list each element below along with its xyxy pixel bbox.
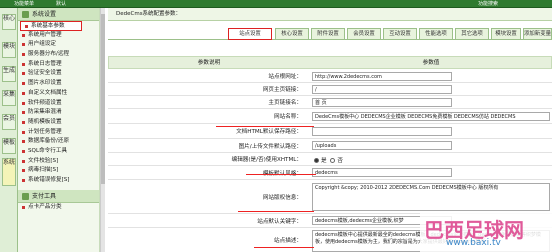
- menu-item[interactable]: 自定义文档属性: [18, 89, 99, 99]
- menu-label[interactable]: 功能菜单: [14, 0, 34, 8]
- default-label[interactable]: 默认: [56, 0, 66, 8]
- table-row: 站点根网址： http://www.2dedecms.com: [108, 70, 552, 83]
- tab-attachment-settings[interactable]: 附件设置: [311, 28, 345, 40]
- template-style-field[interactable]: dedecms: [312, 168, 452, 177]
- menu-item[interactable]: 随机模板设置: [18, 118, 99, 128]
- tab-module[interactable]: 模块: [2, 42, 16, 58]
- tab-member[interactable]: 会员: [2, 114, 16, 130]
- menu-item[interactable]: 系统用户管理: [18, 31, 99, 41]
- menu-item[interactable]: SQL命令行工具: [18, 147, 99, 157]
- table-row: 编辑器(是/否)使用XHTML： 是 否: [108, 153, 552, 166]
- xhtml-radio-group: 是 否: [312, 156, 343, 164]
- tab-add-variable[interactable]: 添加新变量: [523, 28, 552, 40]
- annotation-line: [254, 247, 314, 248]
- menu-item[interactable]: 软件频道设置: [18, 99, 99, 109]
- menu-item[interactable]: 病毒扫描[S]: [18, 166, 99, 176]
- table-row: 文档HTML默认保存路径：: [108, 124, 552, 139]
- tab-core-settings[interactable]: 核心设置: [275, 28, 309, 40]
- page-title: DedeCms系统配置参数：: [108, 8, 552, 21]
- tab-site-settings[interactable]: 站点设置: [228, 28, 272, 40]
- radio-yes[interactable]: [314, 158, 319, 163]
- tab-core[interactable]: 核心: [2, 14, 16, 30]
- tab-template[interactable]: 模板: [2, 138, 16, 154]
- top-bar: 功能菜单 默认 功能搜索: [0, 0, 552, 8]
- tab-collect[interactable]: 采集: [2, 90, 16, 106]
- menu-item[interactable]: 防采集串混淆: [18, 108, 99, 118]
- settings-tabs: 站点设置 核心设置 附件设置 会员设置 互动设置 性能选项 其它选项 模块设置 …: [108, 28, 552, 40]
- site-name-field[interactable]: DedeCms模板中心 DEDECMS企业模板 DEDECMS免费模板 DEDE…: [312, 112, 550, 121]
- tab-interaction-settings[interactable]: 互动设置: [383, 28, 417, 40]
- menu-item[interactable]: 系统错误修复[S]: [18, 176, 99, 186]
- home-link-field[interactable]: /: [312, 85, 452, 94]
- table-row: 模板默认风格： dedecms: [108, 166, 552, 180]
- tab-member-settings[interactable]: 会员设置: [347, 28, 381, 40]
- annotation-line: [238, 211, 314, 212]
- tab-system[interactable]: 系统: [2, 158, 16, 186]
- annotation-line: [216, 126, 314, 127]
- watermark-logo: 巴西足球网 www.baxi.tv: [420, 212, 552, 252]
- menu-header-payment[interactable]: 支付工具: [18, 189, 99, 203]
- table-row: 网站版权信息： Copyright &copy; 2010-2012 2DEDE…: [108, 180, 552, 214]
- folder-icon: [22, 192, 29, 200]
- home-name-field[interactable]: 首 页: [312, 98, 452, 107]
- menu-item[interactable]: 计划任务管理: [18, 128, 99, 138]
- copyright-textarea[interactable]: Copyright &copy; 2010-2012 2DEDECMS.Com …: [312, 183, 550, 211]
- tab-generate[interactable]: 生成: [2, 66, 16, 82]
- folder-icon: [22, 11, 29, 18]
- table-row: 图片/上传文件默认路径： /uploads: [108, 139, 552, 153]
- table-row: 网页主页链接： /: [108, 83, 552, 96]
- column-header: 参数值: [422, 60, 440, 66]
- tab-performance[interactable]: 性能选项: [419, 28, 453, 40]
- column-header: 参数说明: [197, 60, 221, 66]
- function-search-label[interactable]: 功能搜索: [478, 0, 498, 8]
- left-category-tabs: 核心 模块 生成 采集 会员 模板 系统: [0, 8, 18, 252]
- table-header: 参数说明 参数值: [108, 56, 552, 69]
- tab-other[interactable]: 其它选项: [455, 28, 489, 40]
- side-menu: 系统设置 系统基本参数 系统用户管理 用户组设定 服务器分布/远程 系统日志管理…: [18, 8, 100, 252]
- menu-item[interactable]: 数据库备份/还原: [18, 137, 99, 147]
- menu-item[interactable]: 用户组设定: [18, 40, 99, 50]
- menu-item[interactable]: 系统日志管理: [18, 60, 99, 70]
- menu-item-basic-params[interactable]: 系统基本参数: [20, 21, 82, 31]
- menu-scrollbar[interactable]: [100, 8, 105, 252]
- scrollbar-thumb[interactable]: [101, 14, 105, 184]
- tab-module-settings[interactable]: 模块设置: [491, 28, 521, 40]
- menu-item[interactable]: 图片水印设置: [18, 79, 99, 89]
- annotation-line: [246, 174, 316, 175]
- table-row: 网站名称： DedeCms模板中心 DEDECMS企业模板 DEDECMS免费模…: [108, 109, 552, 124]
- menu-item[interactable]: 验证安全设置: [18, 69, 99, 79]
- site-url-field[interactable]: http://www.2dedecms.com: [312, 72, 452, 81]
- radio-no[interactable]: [330, 158, 336, 163]
- upload-path-field[interactable]: /uploads: [312, 141, 452, 150]
- menu-item[interactable]: 文件校验[S]: [18, 157, 99, 167]
- menu-item[interactable]: 服务器分布/远程: [18, 50, 99, 60]
- menu-header[interactable]: 系统设置: [18, 8, 99, 21]
- html-path-field[interactable]: [312, 127, 452, 136]
- menu-item[interactable]: 点卡产品分类: [18, 203, 99, 213]
- table-row: 主页链接名： 首 页: [108, 96, 552, 109]
